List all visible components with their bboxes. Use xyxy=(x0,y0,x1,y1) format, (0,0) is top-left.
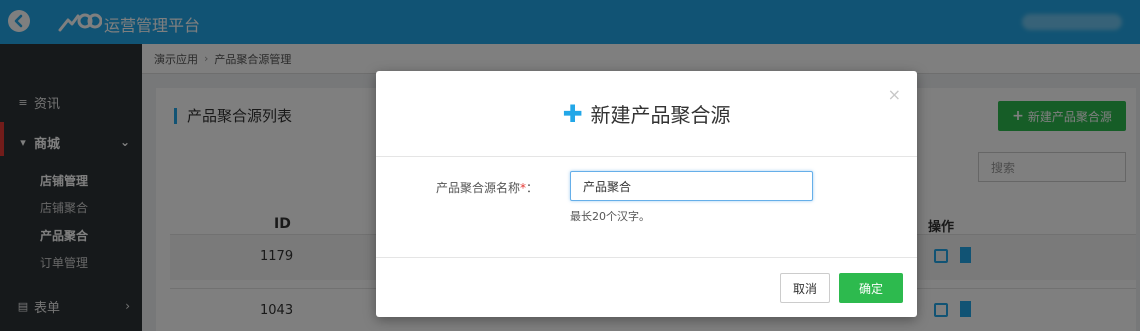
source-name-label: 产品聚合源名称*： xyxy=(436,179,538,196)
dialog-title-text: 新建产品聚合源 xyxy=(590,103,731,127)
plus-icon: ✚ xyxy=(562,99,583,128)
close-icon[interactable]: × xyxy=(888,85,901,104)
dialog-title: ✚ 新建产品聚合源 xyxy=(562,99,730,128)
confirm-button[interactable]: 确定 xyxy=(839,273,903,303)
new-source-dialog: ✚ 新建产品聚合源 × 产品聚合源名称*： 最长20个汉字。 取消 确定 xyxy=(376,71,917,317)
source-name-label-text: 产品聚合源名称 xyxy=(436,181,521,195)
source-name-input[interactable] xyxy=(570,171,813,201)
dialog-header: ✚ 新建产品聚合源 xyxy=(376,71,917,157)
dialog-footer: 取消 确定 xyxy=(376,257,917,317)
cancel-button[interactable]: 取消 xyxy=(780,273,830,303)
dialog-body: 产品聚合源名称*： 最长20个汉字。 xyxy=(376,157,917,257)
label-colon: ： xyxy=(526,181,539,195)
source-name-hint: 最长20个汉字。 xyxy=(570,210,650,223)
